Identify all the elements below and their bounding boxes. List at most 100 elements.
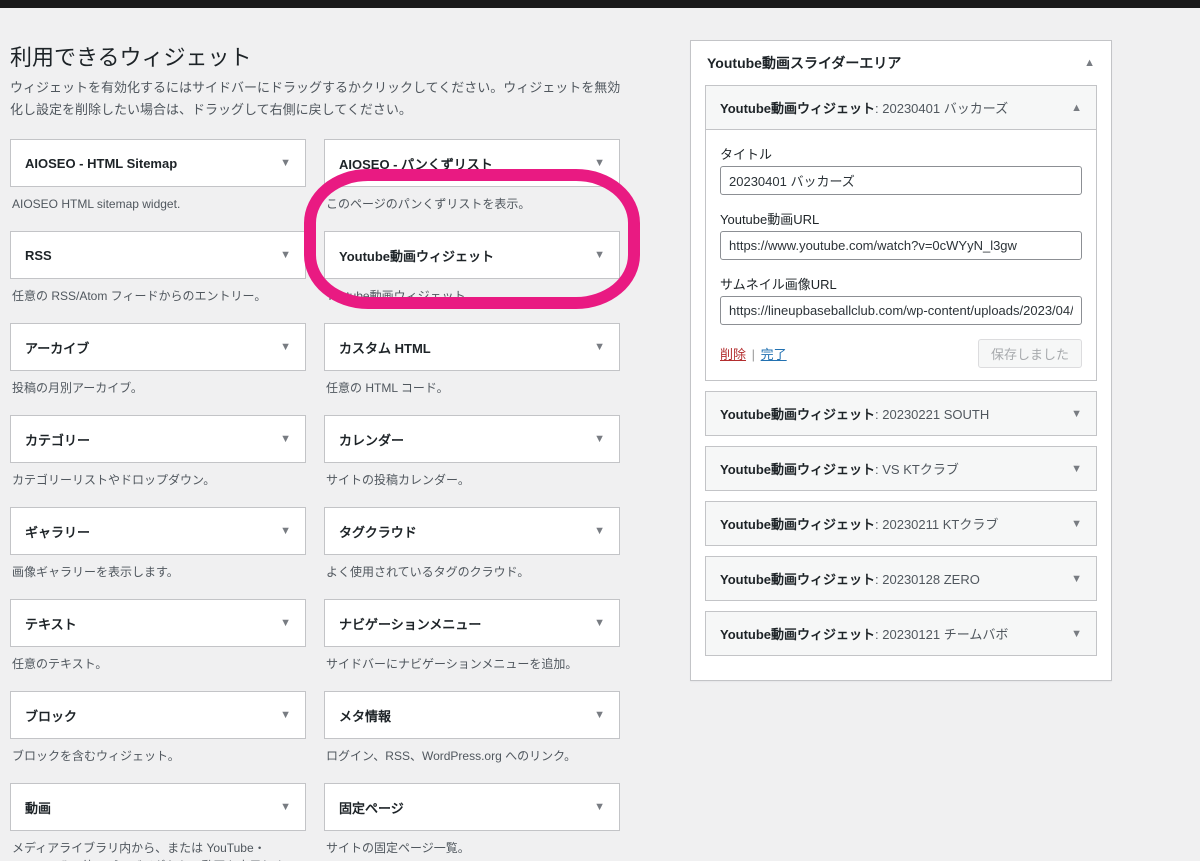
available-widget-title: カスタム HTML — [339, 338, 431, 357]
widget-instance-subtitle: : 20230211 KTクラブ — [875, 517, 998, 532]
available-widget-bar[interactable]: Youtube動画ウィジェット▼ — [324, 231, 620, 279]
available-widget-title: AIOSEO - HTML Sitemap — [25, 156, 177, 171]
widget-instance-closed: Youtube動画ウィジェット: 20230221 SOUTH▼ — [705, 391, 1097, 436]
available-widget-bar[interactable]: ナビゲーションメニュー ▼ — [324, 599, 620, 647]
available-widget-desc: ログイン、RSS、WordPress.org へのリンク。 — [326, 747, 618, 765]
available-widget-bar[interactable]: AIOSEO - HTML Sitemap ▼ — [10, 139, 306, 187]
thumbnail-url-input[interactable] — [720, 296, 1082, 325]
available-widget-title: 動画 — [25, 798, 51, 817]
available-widget-desc: 任意の RSS/Atom フィードからのエントリー。 — [12, 287, 304, 305]
available-widgets-heading: 利用できるウィジェット — [10, 40, 630, 72]
widget-instance-type: Youtube動画ウィジェット — [720, 517, 875, 532]
chevron-down-icon: ▼ — [280, 709, 291, 721]
available-widget: ブロック ▼ ブロックを含むウィジェット。 — [10, 691, 306, 771]
widget-action-links: 削除 | 完了 — [720, 344, 787, 363]
available-widgets-help: ウィジェットを有効化するにはサイドバーにドラッグするかクリックしてください。ウィ… — [10, 77, 630, 121]
available-widget-bar[interactable]: メタ情報▼ — [324, 691, 620, 739]
sidebar-area-title: Youtube動画スライダーエリア — [707, 53, 901, 73]
available-widget: 動画 ▼ メディアライブラリ内から、または YouTube・Vimeo・その他のプロ… — [10, 783, 306, 861]
available-widget-bar[interactable]: ギャラリー ▼ — [10, 507, 306, 555]
available-widget-bar[interactable]: ブロック ▼ — [10, 691, 306, 739]
widget-instance-subtitle: : 20230121 チームバボ — [875, 627, 1008, 642]
chevron-down-icon: ▼ — [1071, 408, 1082, 420]
chevron-down-icon: ▼ — [1071, 573, 1082, 585]
widget-instance-header[interactable]: Youtube動画ウィジェット: 20230211 KTクラブ ▼ — [706, 502, 1096, 545]
widget-instance-header[interactable]: Youtube動画ウィジェット: 20230401 バッカーズ ▲ — [706, 86, 1096, 130]
available-widget-desc: カテゴリーリストやドロップダウン。 — [12, 471, 304, 489]
chevron-down-icon: ▼ — [594, 433, 605, 445]
chevron-down-icon: ▼ — [594, 709, 605, 721]
widget-instance-header[interactable]: Youtube動画ウィジェット: 20230221 SOUTH▼ — [706, 392, 1096, 435]
available-widget-title: ナビゲーションメニュー — [339, 614, 481, 633]
widget-instance-closed: Youtube動画ウィジェット: 20230211 KTクラブ ▼ — [705, 501, 1097, 546]
chevron-down-icon: ▼ — [594, 341, 605, 353]
available-widget: カテゴリー ▼ カテゴリーリストやドロップダウン。 — [10, 415, 306, 495]
available-widget-desc: 画像ギャラリーを表示します。 — [12, 563, 304, 581]
available-widget-title: カテゴリー — [25, 430, 90, 449]
widget-instance-header[interactable]: Youtube動画ウィジェット: 20230128 ZERO ▼ — [706, 557, 1096, 600]
chevron-down-icon: ▼ — [594, 157, 605, 169]
available-widget-title: ギャラリー — [25, 522, 90, 541]
chevron-down-icon: ▼ — [280, 801, 291, 813]
chevron-down-icon: ▼ — [280, 433, 291, 445]
available-widget-title: タグクラウド — [339, 522, 417, 541]
chevron-down-icon: ▼ — [280, 249, 291, 261]
widget-instance-header[interactable]: Youtube動画ウィジェット: 20230121 チームバボ▼ — [706, 612, 1096, 655]
chevron-down-icon: ▼ — [280, 341, 291, 353]
chevron-down-icon: ▼ — [594, 617, 605, 629]
available-widget-desc: 投稿の月別アーカイブ。 — [12, 379, 304, 397]
available-widget-bar[interactable]: 固定ページ▼ — [324, 783, 620, 831]
widget-instance-type: Youtube動画ウィジェット — [720, 572, 875, 587]
available-widget: アーカイブ ▼ 投稿の月別アーカイブ。 — [10, 323, 306, 403]
widget-instance-subtitle: 20230401 バッカーズ — [882, 101, 1008, 116]
chevron-down-icon: ▼ — [1071, 463, 1082, 475]
available-widget-bar[interactable]: カテゴリー ▼ — [10, 415, 306, 463]
widget-instance-open: Youtube動画ウィジェット: 20230401 バッカーズ ▲ タイトル Y… — [705, 85, 1097, 381]
available-widget-bar[interactable]: 動画 ▼ — [10, 783, 306, 831]
widget-instance-subtitle: : 20230128 ZERO — [875, 572, 980, 587]
chevron-down-icon: ▼ — [1071, 628, 1082, 640]
available-widget: カスタム HTML▼任意の HTML コード。 — [324, 323, 620, 403]
available-widget: RSS▼ 任意の RSS/Atom フィードからのエントリー。 — [10, 231, 306, 311]
available-widget: ギャラリー ▼ 画像ギャラリーを表示します。 — [10, 507, 306, 587]
field-label-url: Youtube動画URL — [720, 209, 1082, 228]
available-widget: AIOSEO - パンくずリスト▼このページのパンくずリストを表示。 — [324, 139, 620, 219]
widget-instance-closed: Youtube動画ウィジェット: VS KTクラブ ▼ — [705, 446, 1097, 491]
available-widget-bar[interactable]: AIOSEO - パンくずリスト▼ — [324, 139, 620, 187]
delete-link[interactable]: 削除 — [720, 347, 746, 362]
available-widget-title: ブロック — [25, 706, 77, 725]
available-widget-desc: よく使用されているタグのクラウド。 — [326, 563, 618, 581]
available-widget: 固定ページ▼ サイトの固定ページ一覧。 — [324, 783, 620, 861]
available-widget-desc: ブロックを含むウィジェット。 — [12, 747, 304, 765]
title-input[interactable] — [720, 166, 1082, 195]
available-widget-desc: メディアライブラリ内から、または YouTube・Vimeo・その他のプロバイダ… — [12, 839, 304, 861]
sidebar-area-header[interactable]: Youtube動画スライダーエリア ▲ — [691, 41, 1111, 85]
chevron-down-icon: ▼ — [280, 525, 291, 537]
widget-instance-header[interactable]: Youtube動画ウィジェット: VS KTクラブ ▼ — [706, 447, 1096, 490]
available-widget-bar[interactable]: カレンダー▼ — [324, 415, 620, 463]
youtube-url-input[interactable] — [720, 231, 1082, 260]
available-widget-bar[interactable]: アーカイブ ▼ — [10, 323, 306, 371]
done-link[interactable]: 完了 — [761, 347, 787, 362]
available-widget-bar[interactable]: タグクラウド ▼ — [324, 507, 620, 555]
available-widget: カレンダー▼ サイトの投稿カレンダー。 — [324, 415, 620, 495]
available-widget-desc: サイドバーにナビゲーションメニューを追加。 — [326, 655, 618, 673]
chevron-down-icon: ▼ — [280, 157, 291, 169]
widget-instance-subtitle: : VS KTクラブ — [875, 462, 959, 477]
available-widget-bar[interactable]: テキスト▼ — [10, 599, 306, 647]
available-widgets-section: 利用できるウィジェット ウィジェットを有効化するにはサイドバーにドラッグするかク… — [10, 40, 630, 861]
available-widget: タグクラウド ▼ よく使用されているタグのクラウド。 — [324, 507, 620, 587]
save-button: 保存しました — [978, 339, 1082, 368]
available-widget-desc: Youtube動画ウィジェット — [326, 287, 618, 305]
widget-instance-type: Youtube動画ウィジェット — [720, 462, 875, 477]
available-widget-desc: サイトの固定ページ一覧。 — [326, 839, 618, 857]
available-widget-title: アーカイブ — [25, 338, 89, 357]
available-widget: Youtube動画ウィジェット▼ Youtube動画ウィジェット — [324, 231, 620, 311]
chevron-down-icon: ▼ — [594, 525, 605, 537]
field-label-title: タイトル — [720, 144, 1082, 163]
available-widget-desc: サイトの投稿カレンダー。 — [326, 471, 618, 489]
widget-instance-subtitle: : 20230221 SOUTH — [875, 407, 989, 422]
chevron-down-icon: ▼ — [1071, 518, 1082, 530]
available-widget-bar[interactable]: RSS▼ — [10, 231, 306, 279]
available-widget-bar[interactable]: カスタム HTML ▼ — [324, 323, 620, 371]
